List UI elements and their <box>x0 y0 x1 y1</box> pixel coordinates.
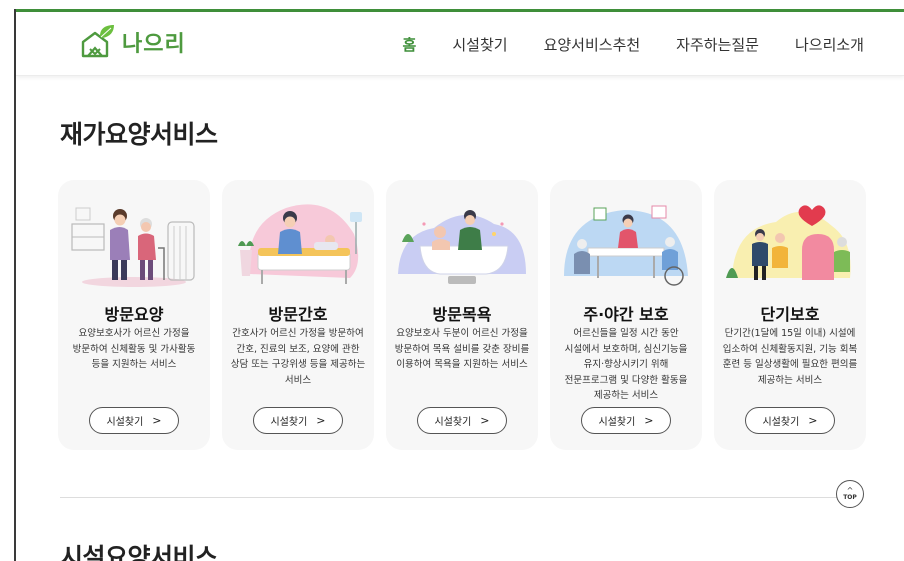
nav-care-recommendation[interactable]: 요양서비스추천 <box>544 34 641 55</box>
logo[interactable]: 나으리 <box>78 20 186 64</box>
chevron-up-icon: ^ <box>846 486 854 495</box>
card-description: 요양보호사가 어르신 가정을 방문하여 신체활동 및 가사활동 등을 지원하는 … <box>72 328 196 370</box>
card-description: 요양보호사 두분이 어르신 가정을 방문하여 목욕 설비를 갖춘 장비를 이용하… <box>394 328 530 370</box>
nav-faq[interactable]: 자주하는질문 <box>676 34 759 55</box>
section-divider <box>60 497 862 498</box>
find-facility-button[interactable]: 시설찾기 > <box>417 407 507 434</box>
button-label: 시설찾기 <box>106 417 144 428</box>
home-nursing-illustration-icon <box>238 204 362 284</box>
find-facility-button[interactable]: 시설찾기 > <box>253 407 343 434</box>
chevron-right-icon: > <box>480 414 490 427</box>
nav-facility-search[interactable]: 시설찾기 <box>452 34 507 55</box>
scroll-to-top-button[interactable]: ^ TOP <box>836 480 864 508</box>
card-title: 주·야간 보호 <box>583 305 669 324</box>
section-title-facility-care: 시설요양서비스 <box>60 543 218 561</box>
chevron-right-icon: > <box>152 414 162 427</box>
button-label: 시설찾기 <box>434 417 472 428</box>
nav-about[interactable]: 나으리소개 <box>795 34 864 55</box>
site-header: 나으리 홈 시설찾기 요양서비스추천 자주하는질문 나으리소개 <box>16 12 904 76</box>
card-title: 방문목욕 <box>432 305 492 324</box>
service-card-home-nursing: 방문간호 간호사가 어르신 가정을 방문하여 간호, 진료의 보조, 요양에 관… <box>222 180 374 450</box>
home-care-illustration-icon <box>71 207 195 287</box>
service-card-day-night-care: 주·야간 보호 어르신들을 일정 시간 동안 시설에서 보호하며, 심신기능을 … <box>550 180 702 450</box>
chevron-right-icon: > <box>316 414 326 427</box>
house-leaf-icon <box>81 25 114 58</box>
button-label: 시설찾기 <box>270 417 308 428</box>
card-title: 방문간호 <box>268 305 328 324</box>
service-card-home-bathing: 방문목욕 요양보호사 두분이 어르신 가정을 방문하여 목욕 설비를 갖춘 장비… <box>386 180 538 450</box>
button-label: 시설찾기 <box>762 417 800 428</box>
main-nav: 홈 시설찾기 요양서비스추천 자주하는질문 나으리소개 <box>367 12 864 76</box>
find-facility-button[interactable]: 시설찾기 > <box>581 407 671 434</box>
short-term-care-illustration-icon <box>726 205 851 280</box>
card-description: 어르신들을 일정 시간 동안 시설에서 보호하며, 심신기능을 유지·향상시키기… <box>564 328 688 401</box>
service-card-short-term-care: 단기보호 단기간(1달에 15일 이내) 시설에 입소하여 신체활동지원, 기능… <box>714 180 866 450</box>
card-description: 간호사가 어르신 가정을 방문하여 간호, 진료의 보조, 요양에 관한 상담 … <box>230 328 366 386</box>
nav-home[interactable]: 홈 <box>403 34 417 55</box>
service-cards: 방문요양 요양보호사가 어르신 가정을 방문하여 신체활동 및 가사활동 등을 … <box>58 180 878 450</box>
section-title-home-care: 재가요양서비스 <box>60 120 218 149</box>
home-bathing-illustration-icon <box>398 210 526 284</box>
page: 나으리 홈 시설찾기 요양서비스추천 자주하는질문 나으리소개 재가요양서비스 <box>0 0 904 561</box>
card-title: 단기보호 <box>760 305 820 324</box>
chevron-right-icon: > <box>808 414 818 427</box>
service-card-home-care: 방문요양 요양보호사가 어르신 가정을 방문하여 신체활동 및 가사활동 등을 … <box>58 180 210 450</box>
card-title: 방문요양 <box>104 305 164 324</box>
left-border <box>14 9 16 561</box>
card-description: 단기간(1달에 15일 이내) 시설에 입소하여 신체활동지원, 기능 회복 훈… <box>722 328 858 386</box>
day-night-care-illustration-icon <box>564 205 688 286</box>
brand-name: 나으리 <box>122 32 186 57</box>
find-facility-button[interactable]: 시설찾기 > <box>89 407 179 434</box>
chevron-right-icon: > <box>644 414 654 427</box>
top-label: TOP <box>843 494 857 501</box>
button-label: 시설찾기 <box>598 417 636 428</box>
find-facility-button[interactable]: 시설찾기 > <box>745 407 835 434</box>
